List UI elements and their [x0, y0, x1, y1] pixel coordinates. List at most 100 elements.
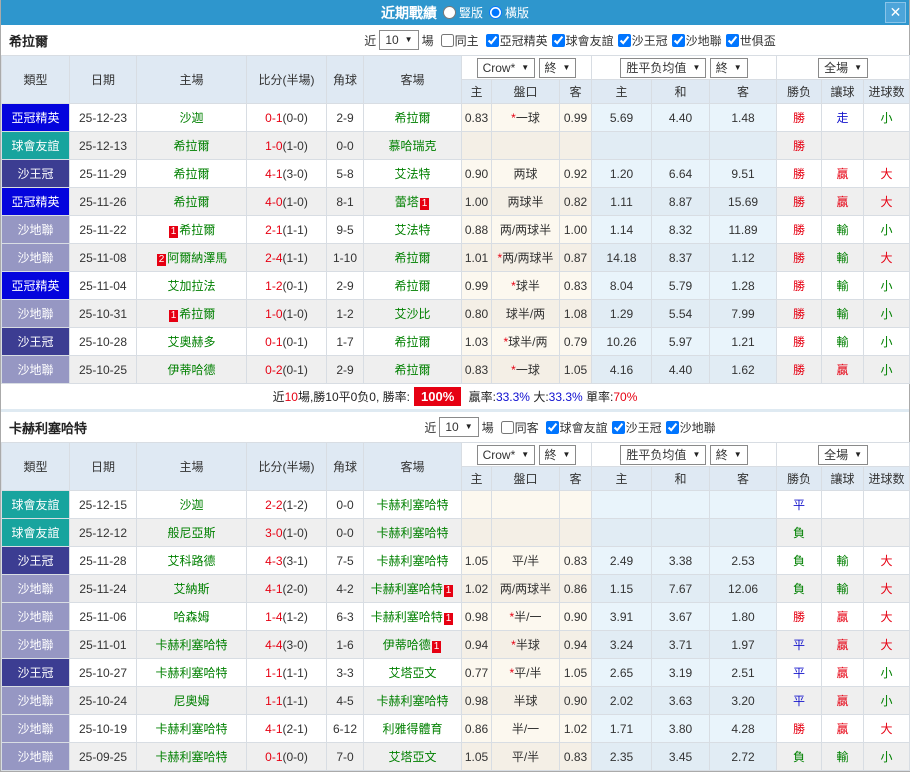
league-checkbox[interactable]	[618, 34, 631, 47]
final-odds-select[interactable]: 終▼	[539, 58, 577, 78]
home-team-cell: 1希拉爾	[137, 300, 247, 328]
date-cell: 25-10-24	[70, 687, 137, 715]
avg-home-cell: 1.29	[592, 300, 652, 328]
corner-cell: 9-5	[327, 216, 364, 244]
type-badge: 沙地聯	[2, 631, 70, 659]
corner-cell: 7-5	[327, 547, 364, 575]
league-filter[interactable]: 球會友誼	[542, 419, 608, 436]
final-avg-select[interactable]: 終▼	[710, 58, 748, 78]
col-res-wdl: 勝负	[777, 467, 822, 491]
league-checkbox[interactable]	[546, 421, 559, 434]
fullmatch-select[interactable]: 全場▼	[818, 445, 868, 465]
col-away: 客場	[364, 443, 462, 491]
avg-home-cell: 8.04	[592, 272, 652, 300]
result-wdl-cell: 勝	[777, 603, 822, 631]
recent-count-select[interactable]: 10▼	[379, 30, 418, 50]
col-res-wdl: 勝负	[777, 80, 822, 104]
team1-name: 希拉爾	[1, 31, 231, 50]
fullmatch-select[interactable]: 全場▼	[818, 58, 868, 78]
date-cell: 25-11-26	[70, 188, 137, 216]
result-handicap-cell: 贏	[822, 188, 864, 216]
corner-cell: 0-0	[327, 132, 364, 160]
same-home-checkbox[interactable]	[441, 34, 454, 47]
corner-cell: 4-5	[327, 687, 364, 715]
league-filter[interactable]: 世俱盃	[722, 32, 776, 49]
league-checkbox[interactable]	[486, 34, 499, 47]
league-filter[interactable]: 沙王冠	[608, 419, 662, 436]
type-badge: 球會友誼	[2, 491, 70, 519]
corner-cell: 8-1	[327, 188, 364, 216]
odds-select-group: Crow*▼ 終▼	[462, 443, 592, 467]
league-checkbox[interactable]	[552, 34, 565, 47]
close-button[interactable]: ✕	[885, 2, 906, 23]
table-row: 球會友誼25-12-13希拉爾1-0(1-0)0-0慕哈瑞克勝	[2, 132, 910, 160]
table-row: 亞冠精英25-12-23沙迦0-1(0-0)2-9希拉爾0.83*一球0.995…	[2, 104, 910, 132]
league-checkbox[interactable]	[666, 421, 679, 434]
away-team-cell: 艾法特	[364, 160, 462, 188]
crow-company-select[interactable]: Crow*▼	[477, 58, 536, 78]
odds-home-cell: 0.99	[462, 272, 492, 300]
same-away-filter[interactable]: 同客	[497, 419, 539, 436]
avg-home-cell: 5.69	[592, 104, 652, 132]
result-goals-cell: 小	[864, 104, 910, 132]
odds-home-cell	[462, 491, 492, 519]
result-goals-cell: 大	[864, 160, 910, 188]
team1-summary: 近10場,勝10平0负0, 勝率:100% 贏率:33.3% 大:33.3% 單…	[1, 384, 909, 409]
odds-home-cell: 0.77	[462, 659, 492, 687]
same-home-filter[interactable]: 同主	[437, 32, 479, 49]
home-team-cell: 卡赫利塞哈特	[137, 631, 247, 659]
odds-away-cell: 0.79	[560, 328, 592, 356]
league-checkbox[interactable]	[612, 421, 625, 434]
chevron-down-icon: ▼	[854, 448, 862, 462]
league-filter[interactable]: 亞冠精英	[482, 32, 548, 49]
type-badge: 沙地聯	[2, 244, 70, 272]
final-avg-select[interactable]: 終▼	[710, 445, 748, 465]
home-team-cell: 艾科路德	[137, 547, 247, 575]
crow-company-select[interactable]: Crow*▼	[477, 445, 536, 465]
corner-cell: 6-3	[327, 603, 364, 631]
odds-away-cell	[560, 132, 592, 160]
league-checkbox[interactable]	[672, 34, 685, 47]
horizontal-radio[interactable]	[489, 6, 502, 19]
odds-home-cell	[462, 519, 492, 547]
avg-select[interactable]: 胜平负均值▼	[620, 58, 706, 78]
league-filter[interactable]: 球會友誼	[548, 32, 614, 49]
odds-away-cell: 1.00	[560, 216, 592, 244]
away-team-cell: 希拉爾	[364, 104, 462, 132]
date-cell: 25-11-29	[70, 160, 137, 188]
odds-home-cell: 0.80	[462, 300, 492, 328]
league-filter[interactable]: 沙地聯	[668, 32, 722, 49]
corner-cell: 1-6	[327, 631, 364, 659]
handicap-cell	[492, 132, 560, 160]
result-wdl-cell: 勝	[777, 132, 822, 160]
chevron-down-icon: ▼	[734, 61, 742, 75]
same-away-checkbox[interactable]	[501, 421, 514, 434]
league-filter[interactable]: 沙地聯	[662, 419, 716, 436]
away-team-cell: 艾法特	[364, 216, 462, 244]
col-date: 日期	[70, 56, 137, 104]
col-res-goals: 进球数	[864, 467, 910, 491]
avg-away-cell: 3.20	[710, 687, 777, 715]
result-handicap-cell: 贏	[822, 356, 864, 384]
near-label: 近	[424, 419, 436, 436]
table-row: 沙地聯25-11-24艾納斯4-1(2-0)4-2卡赫利塞哈特11.02两/两球…	[2, 575, 910, 603]
odds-home-cell: 1.05	[462, 547, 492, 575]
handicap-cell: *半/一	[492, 603, 560, 631]
layout-radio-vertical[interactable]: 豎版	[443, 4, 483, 21]
odds-home-cell: 0.94	[462, 631, 492, 659]
vertical-radio[interactable]	[443, 6, 456, 19]
league-checkbox[interactable]	[726, 34, 739, 47]
handicap-cell: 两球	[492, 160, 560, 188]
away-team-cell: 卡赫利塞哈特	[364, 547, 462, 575]
away-team-cell: 希拉爾	[364, 244, 462, 272]
avg-select[interactable]: 胜平负均值▼	[620, 445, 706, 465]
result-wdl-cell: 勝	[777, 356, 822, 384]
league-filter[interactable]: 沙王冠	[614, 32, 668, 49]
away-team-cell: 慕哈瑞克	[364, 132, 462, 160]
layout-radio-horizontal[interactable]: 橫版	[489, 4, 529, 21]
final-odds-select[interactable]: 終▼	[539, 445, 577, 465]
odds-select-group: Crow*▼ 終▼	[462, 56, 592, 80]
score-cell: 1-0(1-0)	[247, 132, 327, 160]
avg-away-cell: 15.69	[710, 188, 777, 216]
recent-count-select[interactable]: 10▼	[439, 417, 478, 437]
